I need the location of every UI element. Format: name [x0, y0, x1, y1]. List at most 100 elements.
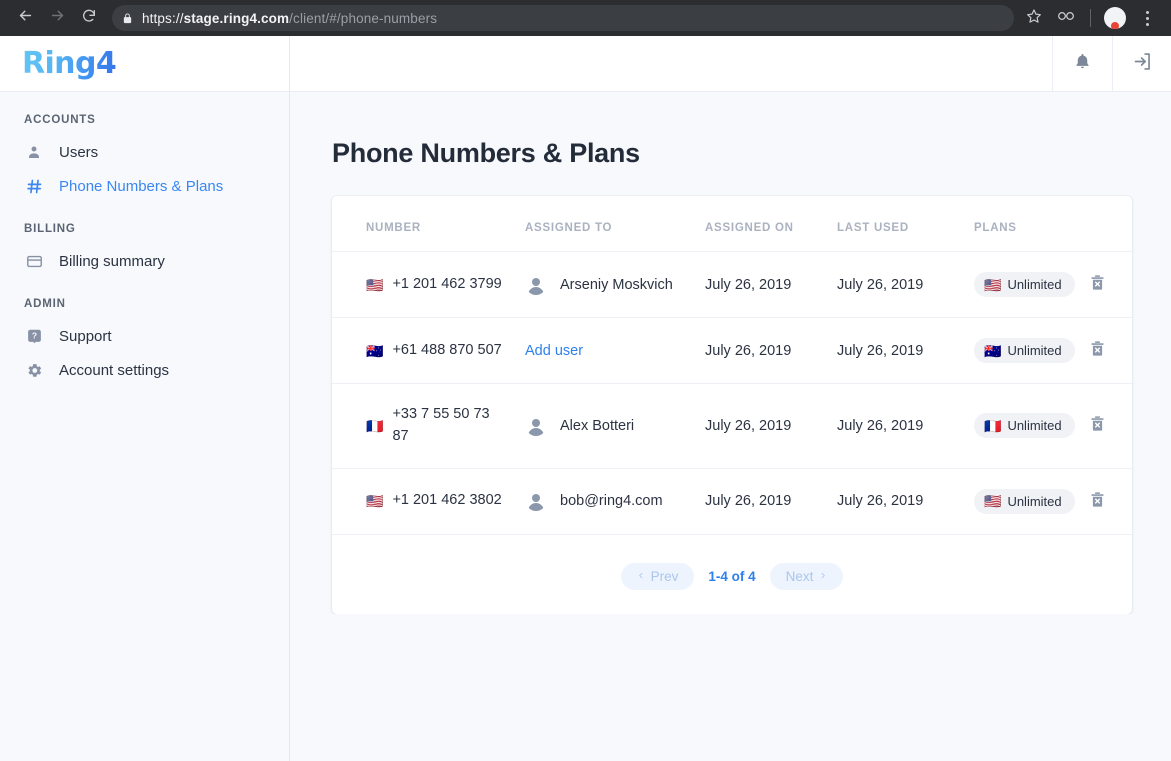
- back-button[interactable]: [10, 3, 40, 33]
- page-count-label: 1-4 of 4: [708, 569, 755, 584]
- next-page-label: Next: [786, 569, 814, 584]
- country-flag-icon: 🇦🇺: [366, 344, 383, 358]
- table-row[interactable]: 🇺🇸 +1 201 462 3802 bob@ring4.com: [332, 468, 1132, 534]
- country-flag-icon: 🇺🇸: [366, 278, 383, 292]
- browser-menu-button[interactable]: [1133, 4, 1161, 32]
- browser-chrome: https://stage.ring4.com/client/#/phone-n…: [0, 0, 1171, 36]
- logout-button[interactable]: [1112, 36, 1171, 91]
- column-header-last-used: LAST USED: [837, 196, 974, 252]
- logout-icon: [1132, 51, 1153, 77]
- cell-number: 🇺🇸 +1 201 462 3802: [332, 468, 525, 534]
- plan-badge[interactable]: 🇫🇷 Unlimited: [974, 413, 1075, 438]
- chrome-divider: [1090, 9, 1091, 27]
- app-root: Ring4 ACCOUNTS Users Phone Numbers & Pla…: [0, 36, 1171, 761]
- add-user-link[interactable]: Add user: [525, 343, 583, 359]
- table-row[interactable]: 🇦🇺 +61 488 870 507 Add user July 26, 201…: [332, 318, 1132, 384]
- sidebar-item-label: Billing summary: [59, 253, 165, 270]
- gear-icon: [24, 362, 44, 379]
- bookmark-button[interactable]: [1020, 4, 1048, 32]
- cell-assigned-on: July 26, 2019: [705, 468, 837, 534]
- table-row[interactable]: 🇫🇷 +33 7 55 50 73 87 Alex Botteri: [332, 384, 1132, 469]
- column-header-number: NUMBER: [332, 196, 525, 252]
- sidebar-item-label: Users: [59, 144, 98, 161]
- plan-label: Unlimited: [1007, 277, 1061, 292]
- cell-last-used: July 26, 2019: [837, 468, 974, 534]
- main-area: Phone Numbers & Plans NUMBER ASSIGNED TO…: [290, 36, 1171, 761]
- table-row[interactable]: 🇺🇸 +1 201 462 3799 Arseniy Moskvich: [332, 252, 1132, 318]
- sidebar-item-account-settings[interactable]: Account settings: [0, 353, 289, 387]
- credit-card-icon: [24, 253, 44, 270]
- content: Phone Numbers & Plans NUMBER ASSIGNED TO…: [290, 92, 1171, 614]
- url-scheme: https://: [142, 11, 184, 26]
- plan-badge[interactable]: 🇦🇺 Unlimited: [974, 338, 1075, 363]
- prev-page-button[interactable]: Prev: [621, 563, 695, 590]
- page-title: Phone Numbers & Plans: [332, 138, 1132, 169]
- delete-number-button[interactable]: [1087, 490, 1109, 512]
- extension-button[interactable]: [1052, 4, 1080, 32]
- forward-arrow-icon: [49, 7, 66, 29]
- sidebar-item-billing-summary[interactable]: Billing summary: [0, 244, 289, 278]
- cell-plans: 🇺🇸 Unlimited: [974, 468, 1132, 534]
- cell-last-used: July 26, 2019: [837, 252, 974, 318]
- trash-delete-icon: [1089, 274, 1106, 295]
- reload-button[interactable]: [74, 3, 104, 33]
- sidebar-item-label: Account settings: [59, 362, 169, 379]
- delete-number-button[interactable]: [1087, 274, 1109, 296]
- cell-number: 🇫🇷 +33 7 55 50 73 87: [332, 384, 525, 469]
- trash-delete-icon: [1089, 415, 1106, 436]
- assigned-user-name: Arseniy Moskvich: [560, 277, 673, 293]
- sidebar-section-accounts: ACCOUNTS: [0, 114, 289, 135]
- cell-last-used: July 26, 2019: [837, 318, 974, 384]
- cell-assigned-to: Arseniy Moskvich: [525, 252, 705, 318]
- notifications-button[interactable]: [1052, 36, 1112, 91]
- delete-number-button[interactable]: [1087, 415, 1109, 437]
- sidebar-item-users[interactable]: Users: [0, 135, 289, 169]
- cell-assigned-on: July 26, 2019: [705, 384, 837, 469]
- table-header: NUMBER ASSIGNED TO ASSIGNED ON LAST USED…: [332, 196, 1132, 252]
- trash-delete-icon: [1089, 491, 1106, 512]
- phone-number: +1 201 462 3799: [392, 274, 501, 296]
- url-text: https://stage.ring4.com/client/#/phone-n…: [142, 11, 437, 26]
- sidebar-item-label: Support: [59, 328, 112, 345]
- address-bar[interactable]: https://stage.ring4.com/client/#/phone-n…: [112, 5, 1014, 31]
- sidebar-item-support[interactable]: ? Support: [0, 319, 289, 353]
- plan-label: Unlimited: [1007, 494, 1061, 509]
- avatar: [525, 490, 547, 512]
- plan-flag-icon: 🇫🇷: [984, 419, 1001, 433]
- profile-button[interactable]: [1101, 4, 1129, 32]
- sidebar: Ring4 ACCOUNTS Users Phone Numbers & Pla…: [0, 36, 290, 761]
- cell-plans: 🇫🇷 Unlimited: [974, 384, 1132, 469]
- sidebar-item-phone-numbers-and-plans[interactable]: Phone Numbers & Plans: [0, 169, 289, 203]
- plan-badge[interactable]: 🇺🇸 Unlimited: [974, 272, 1075, 297]
- person-icon: [24, 144, 44, 160]
- ring4-logo[interactable]: Ring4: [22, 46, 116, 81]
- top-bar: [290, 36, 1171, 92]
- phone-number: +33 7 55 50 73 87: [392, 404, 491, 448]
- chrome-actions: [1020, 4, 1161, 32]
- cell-assigned-to: Alex Botteri: [525, 384, 705, 469]
- delete-number-button[interactable]: [1087, 340, 1109, 362]
- url-path: /client/#/phone-numbers: [289, 11, 437, 26]
- profile-avatar-icon: [1104, 7, 1126, 29]
- cell-assigned-to: bob@ring4.com: [525, 468, 705, 534]
- country-flag-icon: 🇫🇷: [366, 419, 383, 433]
- infinity-icon: [1056, 9, 1076, 28]
- trash-delete-icon: [1089, 340, 1106, 361]
- column-header-assigned-on: ASSIGNED ON: [705, 196, 837, 252]
- cell-assigned-to: Add user: [525, 318, 705, 384]
- logo-area: Ring4: [0, 36, 289, 92]
- chevron-left-icon: [637, 569, 645, 584]
- country-flag-icon: 🇺🇸: [366, 494, 383, 508]
- back-arrow-icon: [17, 7, 34, 29]
- table-body: 🇺🇸 +1 201 462 3799 Arseniy Moskvich: [332, 252, 1132, 535]
- plan-label: Unlimited: [1007, 343, 1061, 358]
- assigned-user-name: bob@ring4.com: [560, 493, 663, 509]
- lock-icon: [122, 12, 133, 25]
- next-page-button[interactable]: Next: [770, 563, 844, 590]
- forward-button[interactable]: [42, 3, 72, 33]
- sidebar-item-label: Phone Numbers & Plans: [59, 178, 223, 195]
- plan-badge[interactable]: 🇺🇸 Unlimited: [974, 489, 1075, 514]
- url-host: stage.ring4.com: [184, 11, 290, 26]
- kebab-menu-icon: [1146, 11, 1149, 26]
- reload-icon: [81, 8, 97, 29]
